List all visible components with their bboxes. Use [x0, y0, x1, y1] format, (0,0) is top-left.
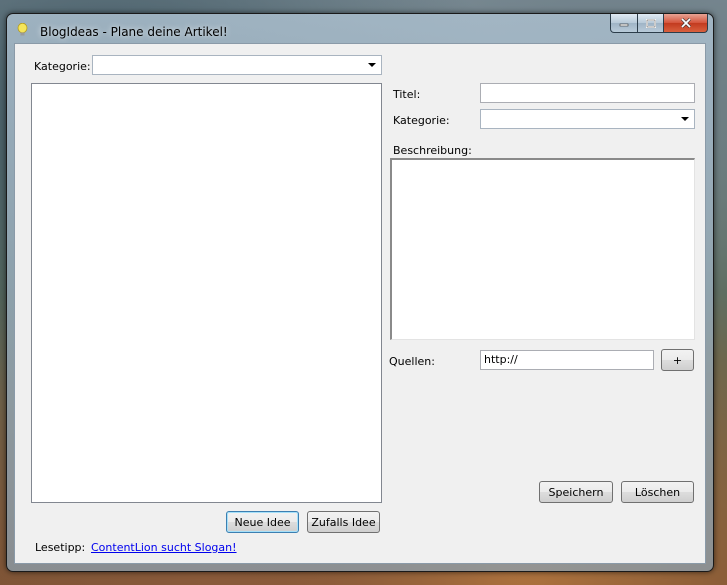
close-icon [680, 18, 691, 28]
description-label: Beschreibung: [393, 144, 472, 157]
sources-input[interactable]: http:// [480, 350, 654, 370]
minimize-icon [619, 23, 629, 27]
lightbulb-icon [17, 23, 28, 36]
window-title: BlogIdeas - Plane deine Artikel! [40, 25, 228, 39]
category-label: Kategorie: [393, 114, 450, 127]
save-button[interactable]: Speichern [539, 481, 613, 503]
title-input[interactable] [480, 83, 695, 103]
maximize-button[interactable] [638, 14, 664, 33]
filter-category-select[interactable] [92, 55, 382, 75]
random-idea-button[interactable]: Zufalls Idee [307, 511, 380, 533]
window-controls [610, 14, 708, 34]
client-area: Kategorie: Neue Idee Zufalls Idee Leseti… [14, 43, 706, 564]
chevron-down-icon [681, 117, 689, 121]
description-textarea[interactable] [390, 158, 695, 340]
tip-link[interactable]: ContentLion sucht Slogan! [91, 541, 237, 554]
minimize-button[interactable] [610, 14, 638, 33]
new-idea-button[interactable]: Neue Idee [226, 511, 299, 533]
chevron-down-icon [368, 63, 376, 67]
maximize-icon [645, 18, 656, 28]
ideas-list[interactable] [31, 83, 382, 503]
filter-category-label: Kategorie: [34, 60, 91, 73]
tip-label: Lesetipp: [35, 541, 86, 554]
category-select[interactable] [480, 109, 695, 129]
title-label: Titel: [393, 88, 421, 101]
sources-label: Quellen: [389, 355, 435, 368]
close-button[interactable] [664, 14, 708, 33]
app-window: BlogIdeas - Plane deine Artikel! Kategor… [6, 13, 714, 572]
add-source-button[interactable]: + [661, 349, 694, 371]
delete-button[interactable]: Löschen [621, 481, 694, 503]
title-bar[interactable]: BlogIdeas - Plane deine Artikel! [7, 14, 713, 44]
